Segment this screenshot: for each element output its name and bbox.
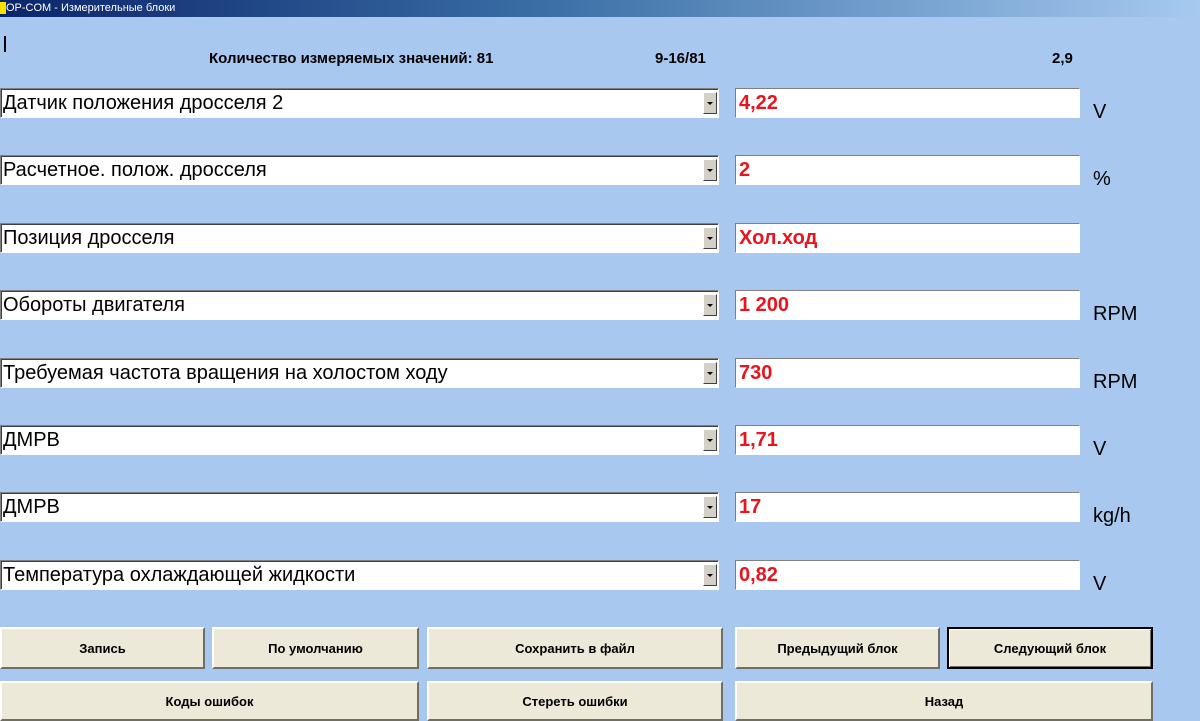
parameter-label: Требуемая частота вращения на холостом х… bbox=[3, 362, 448, 384]
value-field: 730 bbox=[735, 358, 1080, 388]
unit-label: RPM bbox=[1093, 371, 1138, 393]
parameter-select[interactable]: Требуемая частота вращения на холостом х… bbox=[0, 358, 719, 388]
dropdown-button[interactable] bbox=[703, 227, 717, 249]
measurement-row: Датчик положения дросселя 2 4,22 V bbox=[0, 88, 1200, 123]
error-codes-button[interactable]: Коды ошибок bbox=[0, 681, 419, 721]
clear-errors-button[interactable]: Стереть ошибки bbox=[427, 681, 723, 721]
parameter-select[interactable]: Датчик положения дросселя 2 bbox=[0, 88, 719, 118]
unit-label: V bbox=[1093, 438, 1107, 460]
value-field: 4,22 bbox=[735, 88, 1080, 118]
chevron-down-icon bbox=[707, 372, 713, 375]
defaults-button[interactable]: По умолчанию bbox=[212, 627, 419, 669]
parameter-select[interactable]: Расчетное. полож. дросселя bbox=[0, 155, 719, 185]
next-block-button[interactable]: Следующий блок bbox=[947, 627, 1153, 669]
measurement-row: Расчетное. полож. дросселя 2 % bbox=[0, 155, 1200, 190]
value-field: 1 200 bbox=[735, 290, 1080, 320]
value-text: 4,22 bbox=[739, 92, 778, 114]
title-bar: OP-COM - Измерительные блоки bbox=[0, 0, 1200, 17]
dropdown-button[interactable] bbox=[703, 564, 717, 586]
value-field: Хол.ход bbox=[735, 223, 1080, 253]
parameter-select[interactable]: ДМРВ bbox=[0, 492, 719, 522]
chevron-down-icon bbox=[707, 237, 713, 240]
unit-label: V bbox=[1093, 573, 1107, 595]
text-caret bbox=[4, 36, 6, 52]
chevron-down-icon bbox=[707, 439, 713, 442]
parameter-label: Датчик положения дросселя 2 bbox=[3, 92, 284, 114]
chevron-down-icon bbox=[707, 304, 713, 307]
parameter-select[interactable]: Обороты двигателя bbox=[0, 290, 719, 320]
unit-label: kg/h bbox=[1093, 505, 1131, 527]
unit-label: RPM bbox=[1093, 303, 1138, 325]
dropdown-button[interactable] bbox=[703, 429, 717, 451]
dropdown-button[interactable] bbox=[703, 159, 717, 181]
measured-values-count: Количество измеряемых значений: 81 bbox=[209, 50, 494, 67]
measurement-row: Позиция дросселя Хол.ход bbox=[0, 223, 1200, 257]
chevron-down-icon bbox=[707, 169, 713, 172]
value-text: 17 bbox=[739, 496, 762, 518]
value-text: 0,82 bbox=[739, 564, 778, 586]
parameter-label: ДМРВ bbox=[3, 429, 60, 451]
measurement-row: ДМРВ 17 kg/h bbox=[0, 492, 1200, 527]
chevron-down-icon bbox=[707, 574, 713, 577]
parameter-select[interactable]: Температура охлаждающей жидкости bbox=[0, 560, 719, 590]
refresh-rate: 2,9 bbox=[1052, 50, 1073, 67]
value-text: 1,71 bbox=[739, 429, 778, 451]
previous-block-button[interactable]: Предыдущий блок bbox=[735, 627, 940, 669]
value-field: 2 bbox=[735, 155, 1080, 185]
measurement-row: Обороты двигателя 1 200 RPM bbox=[0, 290, 1200, 325]
dropdown-button[interactable] bbox=[703, 294, 717, 316]
dropdown-button[interactable] bbox=[703, 496, 717, 518]
measurement-row: ДМРВ 1,71 V bbox=[0, 425, 1200, 460]
parameter-label: Расчетное. полож. дросселя bbox=[3, 159, 267, 181]
measurement-row: Температура охлаждающей жидкости 0,82 V bbox=[0, 560, 1200, 595]
parameter-select[interactable]: ДМРВ bbox=[0, 425, 719, 455]
parameter-label: Позиция дросселя bbox=[3, 227, 175, 249]
page-range: 9-16/81 bbox=[655, 50, 706, 67]
back-button[interactable]: Назад bbox=[735, 681, 1153, 721]
window-title: OP-COM - Измерительные блоки bbox=[6, 2, 176, 14]
chevron-down-icon bbox=[707, 506, 713, 509]
value-text: 1 200 bbox=[739, 294, 790, 316]
unit-label: % bbox=[1093, 168, 1111, 190]
record-button[interactable]: Запись bbox=[0, 627, 205, 669]
value-field: 0,82 bbox=[735, 560, 1080, 590]
value-text: 730 bbox=[739, 362, 773, 384]
parameter-select[interactable]: Позиция дросселя bbox=[0, 223, 719, 253]
value-field: 17 bbox=[735, 492, 1080, 522]
value-text: Хол.ход bbox=[739, 227, 818, 249]
unit-label: V bbox=[1093, 101, 1107, 123]
save-to-file-button[interactable]: Сохранить в файл bbox=[427, 627, 723, 669]
parameter-label: Обороты двигателя bbox=[3, 294, 185, 316]
measurement-row: Требуемая частота вращения на холостом х… bbox=[0, 358, 1200, 393]
parameter-label: ДМРВ bbox=[3, 496, 60, 518]
value-field: 1,71 bbox=[735, 425, 1080, 455]
dropdown-button[interactable] bbox=[703, 362, 717, 384]
value-text: 2 bbox=[739, 159, 751, 181]
parameter-label: Температура охлаждающей жидкости bbox=[3, 564, 356, 586]
dropdown-button[interactable] bbox=[703, 92, 717, 114]
chevron-down-icon bbox=[707, 102, 713, 105]
